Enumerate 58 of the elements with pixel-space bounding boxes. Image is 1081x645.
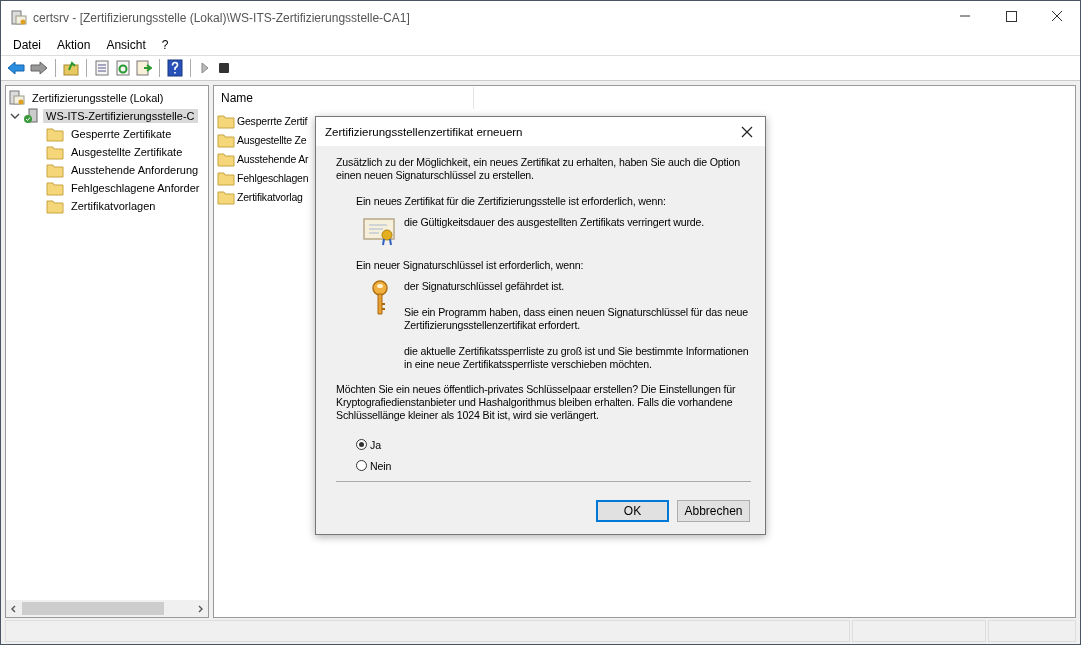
list-item[interactable]: Ausstehende Ar (237, 152, 309, 165)
radio-label[interactable]: Nein (370, 459, 392, 472)
scrollbar-thumb[interactable] (22, 602, 164, 615)
tree-item[interactable]: Zertifikatvorlagen (68, 199, 159, 213)
window-title: certsrv - [Zertifizierungsstelle (Lokal)\WS-ITS-Zertifizierungsstelle-CA1] (33, 11, 411, 25)
reason-text: die Gültigkeitsdauer des ausgestellten Zertifikats verringert wurde. (404, 216, 706, 229)
help-icon[interactable] (167, 59, 183, 77)
tree-item[interactable]: Fehlgeschlagene Anforder (68, 181, 203, 195)
forward-arrow-icon[interactable] (30, 60, 48, 76)
section-heading: Ein neuer Signaturschlüssel ist erforderlich, wenn: (356, 259, 585, 272)
menu-item[interactable]: Ansicht (98, 38, 154, 52)
certificate-server-icon (11, 10, 27, 26)
menu-item[interactable]: ? (153, 38, 177, 52)
radio-label[interactable]: Ja (370, 438, 381, 451)
tree-item[interactable]: Gesperrte Zertifikate (68, 127, 175, 141)
radio-button[interactable] (356, 439, 367, 450)
close-icon[interactable] (740, 124, 754, 139)
tree-item[interactable]: Zertifizierungsstelle (Lokal) (29, 91, 167, 105)
reason-text: Sie ein Programm haben, dass einen neuen Signaturschlüssel für das neue Zertifizierungsstellenzertifikat erfordert. (404, 306, 749, 332)
folder-icon (217, 169, 235, 186)
folder-icon (217, 188, 235, 205)
key-icon (370, 280, 390, 316)
folder-icon (46, 198, 64, 214)
column-header[interactable]: Name (214, 87, 474, 109)
question-text: Möchten Sie ein neues öffentlich-privates Schlüsselpaar erstellen? Die Einstellungen für Kryptografiedienstanbieter und Hashalgorithmus bleiben erhalten. Falls die vorhandene Schlüssellänge kleiner als 1024 Bit ist, wird sie verlängert. (336, 383, 737, 422)
menu-item[interactable]: Datei (5, 38, 49, 52)
list-item[interactable]: Zertifikatvorlag (237, 190, 303, 203)
folder-icon (46, 144, 64, 160)
list-item[interactable]: Gesperrte Zertif (237, 114, 308, 127)
horizontal-scrollbar[interactable] (6, 600, 208, 617)
folder-icon (46, 162, 64, 178)
folder-icon (46, 180, 64, 196)
tree-item[interactable]: Ausgestellte Zertifikate (68, 145, 186, 159)
folder-icon (217, 150, 235, 167)
folder-icon (217, 112, 235, 129)
back-arrow-icon[interactable] (7, 60, 25, 76)
server-check-icon (23, 108, 39, 124)
list-item[interactable]: Ausgestellte Ze (237, 133, 307, 146)
certificate-authority-icon (9, 90, 25, 106)
radio-button[interactable] (356, 460, 367, 471)
dialog-button[interactable]: Abbrechen (677, 500, 750, 522)
folder-icon (46, 126, 64, 142)
intro-text: Zusätzlich zu der Möglichkeit, ein neues Zertifikat zu erhalten, haben Sie auch die Option einen neuen Signaturschlüssel zu erstellen. (336, 156, 741, 182)
list-item[interactable]: Fehlgeschlagen (237, 171, 309, 184)
dialog-button[interactable]: OK (596, 500, 669, 522)
export-list-icon[interactable] (136, 60, 152, 76)
section-heading: Ein neues Zertifikat für die Zertifizierungsstelle ist erforderlich, wenn: (356, 195, 667, 208)
folder-up-icon[interactable] (63, 60, 79, 76)
refresh-icon[interactable] (115, 60, 131, 76)
tree-item[interactable]: WS-ITS-Zertifizierungsstelle-C (43, 109, 198, 123)
tree-item[interactable]: Ausstehende Anforderung (68, 163, 202, 177)
folder-icon (217, 131, 235, 148)
menu-item[interactable]: Aktion (49, 38, 99, 52)
certificate-icon (363, 216, 397, 246)
stop-icon[interactable] (217, 60, 231, 76)
reason-text: die aktuelle Zertifikatssperrliste zu groß ist und Sie bestimmte Informationen in eine neue Zertifikatssperrliste verschieben möchten. (404, 345, 750, 371)
reason-text: der Signaturschlüssel gefährdet ist. (404, 280, 566, 293)
dialog-title: Zertifizierungsstellenzertifikat erneuern (325, 125, 523, 138)
